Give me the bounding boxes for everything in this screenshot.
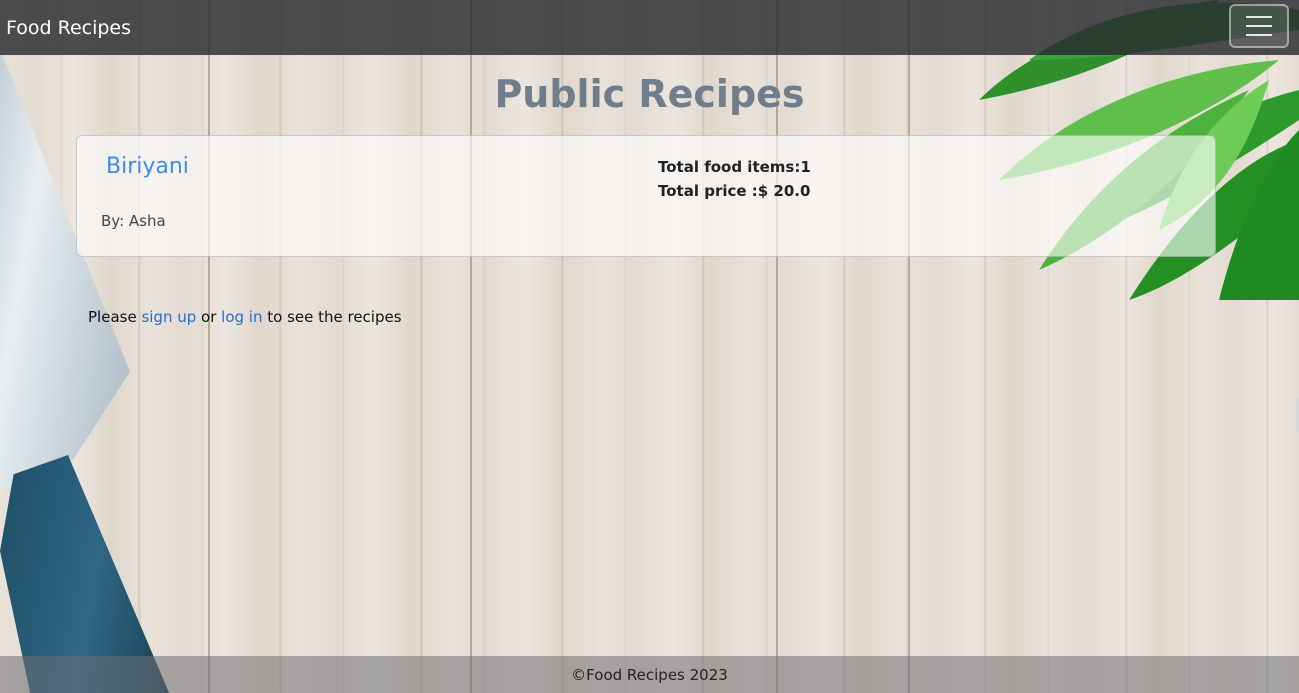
menu-toggle-button[interactable] — [1229, 4, 1289, 48]
login-notice: Please sign up or log in to see the reci… — [88, 308, 402, 326]
notice-prefix: Please — [88, 308, 142, 326]
brand-link[interactable]: Food Recipes — [6, 17, 131, 39]
total-items: Total food items:1 — [658, 158, 811, 176]
footer-text: ©Food Recipes 2023 — [571, 665, 728, 684]
recipe-stats: Total food items:1 Total price :$ 20.0 — [658, 155, 811, 203]
recipe-card: Biriyani By: Asha Total food items:1 Tot… — [76, 135, 1216, 257]
hamburger-icon — [1246, 16, 1272, 18]
recipe-author: By: Asha — [101, 212, 166, 230]
total-price: Total price :$ 20.0 — [658, 182, 811, 200]
notice-suffix: to see the recipes — [262, 308, 402, 326]
page-title: Public Recipes — [494, 72, 805, 116]
knife-blade-image — [0, 55, 130, 495]
sign-up-link[interactable]: sign up — [141, 308, 196, 326]
hamburger-icon — [1246, 34, 1272, 36]
notice-middle: or — [196, 308, 222, 326]
hamburger-icon — [1246, 25, 1272, 27]
recipe-title-link[interactable]: Biriyani — [106, 154, 189, 179]
footer: ©Food Recipes 2023 — [0, 656, 1299, 693]
log-in-link[interactable]: log in — [221, 308, 262, 326]
navbar: Food Recipes — [0, 0, 1299, 55]
